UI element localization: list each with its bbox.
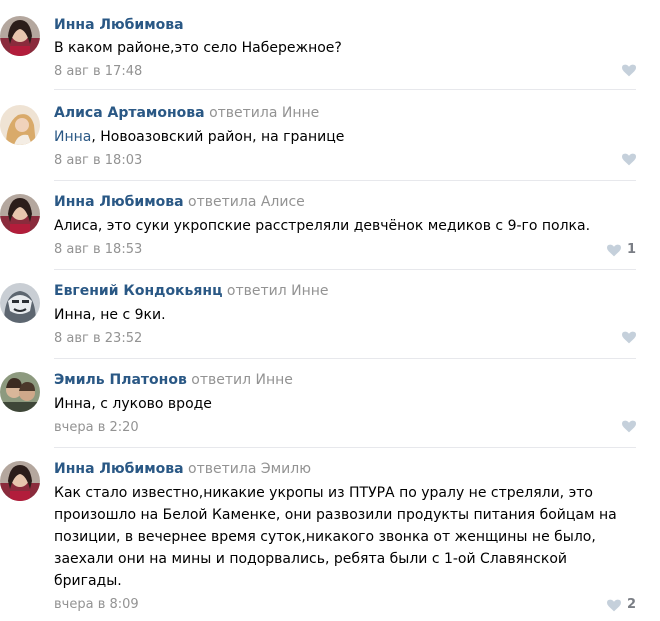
author-name[interactable]: Алиса Артамонова: [54, 105, 205, 121]
heart-icon: [622, 64, 636, 77]
comment-date[interactable]: 8 авг в 18:53: [54, 242, 142, 258]
comment-header: Инна Любимова: [54, 16, 184, 34]
comments-list: Инна Любимова В каком районе,это село На…: [0, 0, 660, 621]
comment-date[interactable]: вчера в 8:09: [54, 597, 139, 613]
comment-date[interactable]: 8 авг в 23:52: [54, 331, 142, 347]
comment-text: Как стало известно,никакие укропы из ПТУ…: [54, 482, 636, 592]
comment-date[interactable]: вчера в 2:20: [54, 420, 139, 436]
comment-header: Инна Любимова ответила Алисе: [54, 193, 305, 211]
heart-icon: [622, 153, 636, 166]
comment: Евгений Кондокьянц ответил Инне Инна, не…: [0, 279, 636, 359]
heart-icon: [622, 331, 636, 344]
comment-header: Инна Любимова ответила Эмилю: [54, 460, 311, 478]
comment-text-body: Инна, не с 9ки.: [54, 307, 166, 323]
comment-text-body: Инна, с луково вроде: [54, 396, 212, 412]
avatar[interactable]: [0, 283, 40, 323]
comment: Инна Любимова В каком районе,это село На…: [0, 12, 636, 90]
comment: Эмиль Платонов ответил Инне Инна, с луко…: [0, 368, 636, 448]
like-count: 2: [626, 597, 636, 612]
heart-icon: [606, 599, 621, 611]
reply-to[interactable]: ответила Эмилю: [188, 461, 311, 477]
like-button[interactable]: [622, 420, 636, 433]
divider: [54, 89, 636, 90]
author-name[interactable]: Эмиль Платонов: [54, 372, 187, 388]
reply-to[interactable]: ответила Алисе: [188, 194, 305, 210]
like-count: 1: [626, 242, 636, 257]
comment: Инна Любимова ответила Эмилю Как стало и…: [0, 457, 636, 621]
author-name[interactable]: Инна Любимова: [54, 17, 184, 33]
avatar[interactable]: [0, 194, 40, 234]
avatar[interactable]: [0, 16, 40, 56]
comment-header: Эмиль Платонов ответил Инне: [54, 371, 293, 389]
reply-to[interactable]: ответила Инне: [209, 105, 319, 121]
comment-text-body: , Новоазовский район, на границе: [91, 129, 345, 145]
reply-to[interactable]: ответил Инне: [191, 372, 293, 388]
like-button[interactable]: 1: [606, 242, 636, 258]
comment-text: Инна, с луково вроде: [54, 393, 634, 415]
comment-text: Алиса, это суки укропские расстреляли де…: [54, 215, 634, 237]
comment-text: Инна, Новоазовский район, на границе: [54, 126, 634, 148]
divider: [54, 180, 636, 181]
comment-text-body: Как стало известно,никакие укропы из ПТУ…: [54, 485, 617, 589]
author-name[interactable]: Инна Любимова: [54, 194, 184, 210]
heart-icon: [606, 244, 621, 256]
heart-icon: [622, 420, 636, 433]
avatar[interactable]: [0, 461, 40, 501]
comment-date[interactable]: 8 авг в 17:48: [54, 64, 142, 80]
avatar[interactable]: [0, 105, 40, 145]
author-name[interactable]: Инна Любимова: [54, 461, 184, 477]
comment-text: Инна, не с 9ки.: [54, 304, 634, 326]
divider: [54, 358, 636, 359]
comment: Алиса Артамонова ответила Инне Инна, Нов…: [0, 101, 636, 181]
author-name[interactable]: Евгений Кондокьянц: [54, 283, 222, 299]
comment: Инна Любимова ответила Алисе Алиса, это …: [0, 190, 636, 270]
comment-header: Алиса Артамонова ответила Инне: [54, 104, 319, 122]
divider: [54, 447, 636, 448]
comment-text-body: В каком районе,это село Набережное?: [54, 40, 342, 56]
divider: [54, 269, 636, 270]
like-button[interactable]: [622, 331, 636, 344]
mention-link[interactable]: Инна: [54, 129, 91, 145]
like-button[interactable]: 2: [606, 597, 636, 613]
comment-text-body: Алиса, это суки укропские расстреляли де…: [54, 218, 591, 234]
like-button[interactable]: [622, 153, 636, 166]
comment-date[interactable]: 8 авг в 18:03: [54, 153, 142, 169]
like-button[interactable]: [622, 64, 636, 77]
comment-text: В каком районе,это село Набережное?: [54, 37, 634, 59]
avatar[interactable]: [0, 372, 40, 412]
comment-header: Евгений Кондокьянц ответил Инне: [54, 282, 329, 300]
reply-to[interactable]: ответил Инне: [227, 283, 329, 299]
